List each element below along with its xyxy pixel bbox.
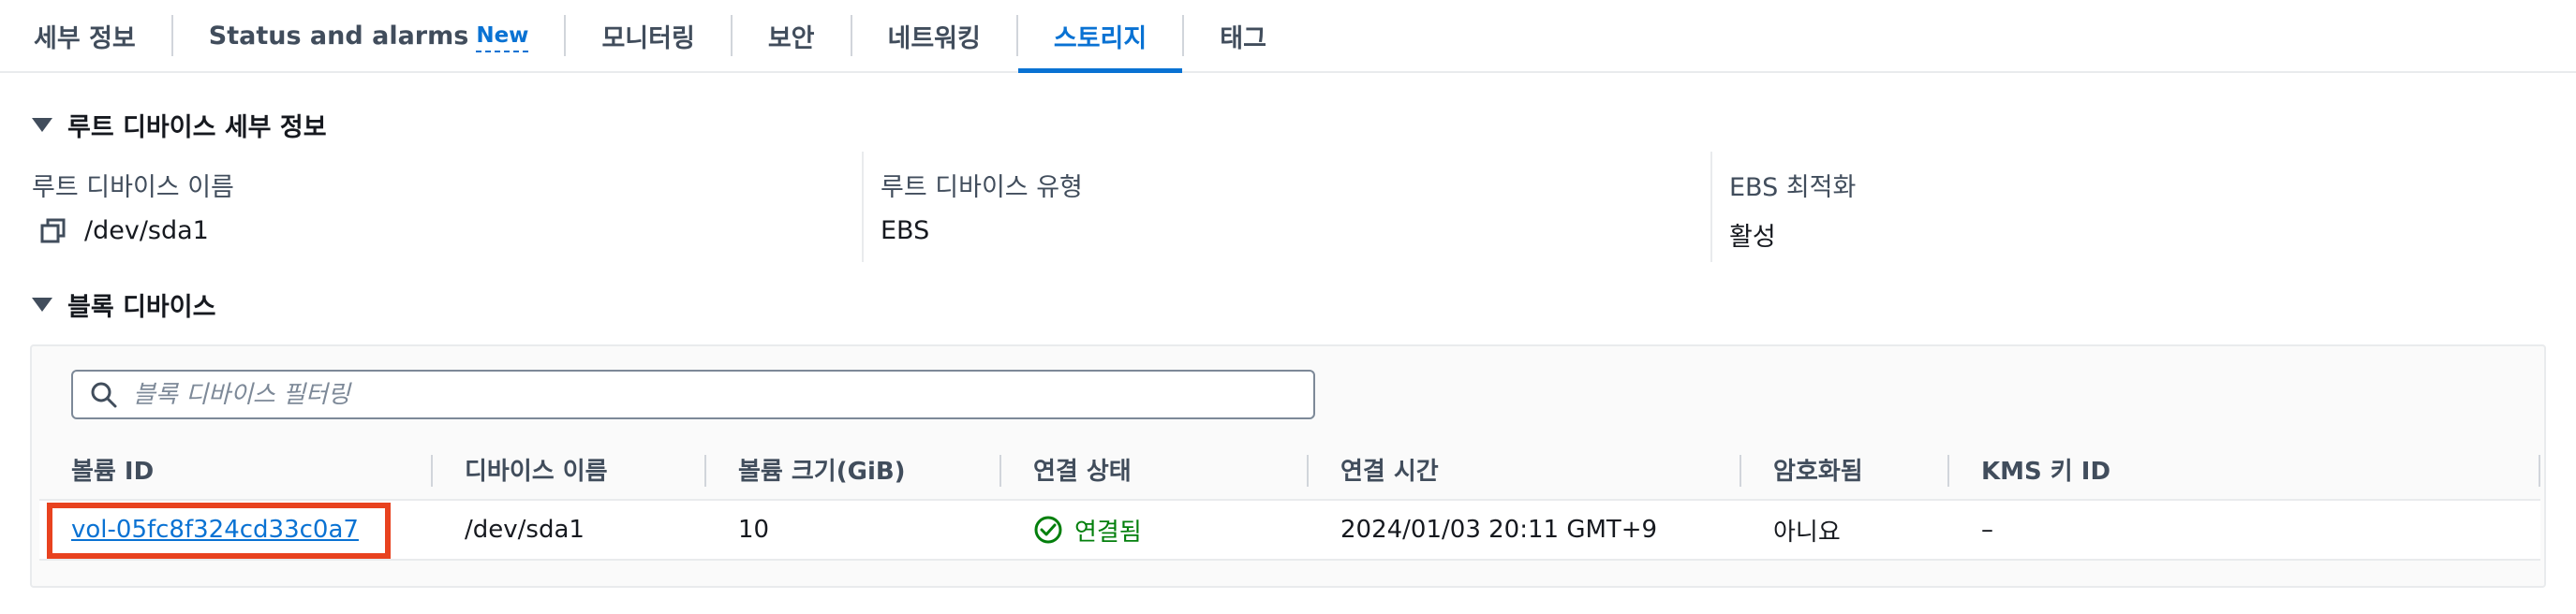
search-icon <box>91 382 117 407</box>
root-device-name-field: 루트 디바이스 이름 /dev/sda1 <box>32 167 234 260</box>
status-text: 연결됨 <box>1074 518 1142 547</box>
highlight-annotation <box>47 503 391 559</box>
tab-details[interactable]: 세부 정보 <box>0 0 171 71</box>
check-circle-icon <box>1034 516 1062 544</box>
filter-box[interactable] <box>71 370 1315 419</box>
tab-label: 네트워킹 <box>887 23 981 53</box>
block-device-filter-input[interactable] <box>133 380 1257 409</box>
tab-status-and-alarms[interactable]: Status and alarms New <box>173 0 565 71</box>
table-header-row: 볼륨 ID 디바이스 이름 볼륨 크기(GiB) 연결 상태 연결 시간 암호화… <box>39 440 2540 501</box>
tab-label: 태그 <box>1220 23 1266 53</box>
tab-networking[interactable]: 네트워킹 <box>852 0 1016 71</box>
tab-security[interactable]: 보안 <box>733 0 851 71</box>
new-badge: New <box>476 24 529 52</box>
tab-storage[interactable]: 스토리지 <box>1017 0 1183 73</box>
tab-label: Status and alarms <box>208 21 469 51</box>
table-row: vol-05fc8f324cd33c0a7 /dev/sda1 10 연결됨 2… <box>39 500 2540 561</box>
root-device-type-value: EBS <box>881 216 930 245</box>
column-header-kms-key-id[interactable]: KMS 키 ID <box>1949 440 2540 501</box>
ebs-optimized-field: EBS 최적화 활성 <box>1729 167 1856 260</box>
attach-status-cell: 연결됨 <box>1001 500 1309 561</box>
tab-label: 세부 정보 <box>34 23 136 53</box>
status-indicator: 연결됨 <box>1033 513 1309 548</box>
column-header-volume-id[interactable]: 볼륨 ID <box>39 440 433 501</box>
encrypted-cell: 아니요 <box>1741 500 1949 561</box>
attach-time-cell: 2024/01/03 20:11 GMT+9 <box>1309 500 1741 561</box>
block-devices-section-toggle[interactable]: 블록 디바이스 <box>32 286 215 323</box>
field-label: EBS 최적화 <box>1729 173 1857 202</box>
caret-down-icon <box>32 118 52 132</box>
column-header-device-name[interactable]: 디바이스 이름 <box>433 440 706 501</box>
tab-label: 스토리지 <box>1053 23 1147 53</box>
section-title: 루트 디바이스 세부 정보 <box>67 113 327 142</box>
device-name-cell: /dev/sda1 <box>433 500 706 561</box>
tab-tags[interactable]: 태그 <box>1184 0 1302 71</box>
column-header-attach-status[interactable]: 연결 상태 <box>1001 440 1309 501</box>
field-value-row: /dev/sda1 <box>32 216 234 245</box>
caret-down-icon <box>32 298 52 312</box>
field-label: 루트 디바이스 유형 <box>881 173 1083 202</box>
volume-id-cell: vol-05fc8f324cd33c0a7 <box>39 500 433 561</box>
tab-label: 보안 <box>767 23 815 53</box>
column-divider <box>862 152 864 262</box>
tab-bar: 세부 정보 Status and alarms New 모니터링 보안 네트워킹… <box>0 0 2576 73</box>
root-device-type-field: 루트 디바이스 유형 EBS <box>881 167 1083 260</box>
field-label: 루트 디바이스 이름 <box>32 173 234 202</box>
block-devices-panel: 볼륨 ID 디바이스 이름 볼륨 크기(GiB) 연결 상태 연결 시간 암호화… <box>30 344 2546 588</box>
block-devices-table: 볼륨 ID 디바이스 이름 볼륨 크기(GiB) 연결 상태 연결 시간 암호화… <box>39 440 2540 561</box>
column-divider <box>1710 152 1712 262</box>
column-header-volume-size[interactable]: 볼륨 크기(GiB) <box>706 440 1001 501</box>
section-title: 블록 디바이스 <box>67 293 216 322</box>
volume-size-cell: 10 <box>706 500 1001 561</box>
column-header-attach-time[interactable]: 연결 시간 <box>1309 440 1741 501</box>
copy-icon[interactable] <box>39 217 67 245</box>
root-device-section-toggle[interactable]: 루트 디바이스 세부 정보 <box>32 107 327 143</box>
root-device-name-value: /dev/sda1 <box>84 216 209 245</box>
column-header-encrypted[interactable]: 암호화됨 <box>1741 440 1949 501</box>
tab-monitoring[interactable]: 모니터링 <box>566 0 730 71</box>
kms-key-id-cell: – <box>1949 500 2540 561</box>
tab-label: 모니터링 <box>601 23 695 53</box>
ebs-optimized-value: 활성 <box>1729 223 1776 252</box>
